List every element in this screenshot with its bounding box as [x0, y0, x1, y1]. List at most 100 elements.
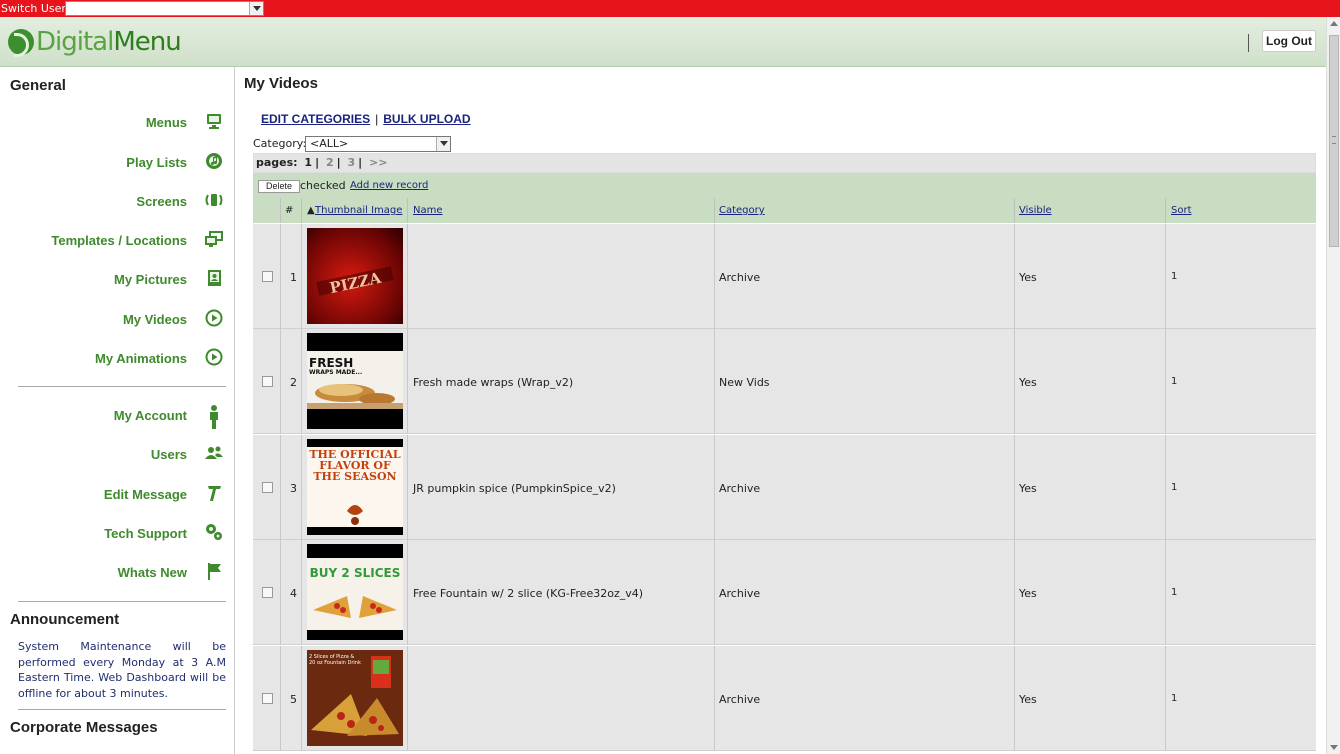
row-category: Archive: [719, 271, 761, 284]
table-row[interactable]: 2 FRESH WRAPS MADE... Fresh made wraps (W…: [253, 329, 1316, 434]
sidebar-item-screens[interactable]: Screens: [0, 190, 235, 214]
column-divider: [1014, 540, 1015, 645]
row-checkbox[interactable]: [262, 482, 273, 493]
sidebar-item-tech-support[interactable]: Tech Support: [0, 522, 235, 546]
column-divider: [1014, 224, 1015, 329]
column-header-name[interactable]: Name: [413, 205, 443, 216]
row-visible: Yes: [1019, 271, 1037, 284]
video-thumbnail[interactable]: 2 Slices of Pizza & 20 oz Fountain Drink: [307, 650, 403, 746]
table-row[interactable]: 3 THE OFFICIAL FLAVOR OF THE SEASON JR p…: [253, 435, 1316, 540]
table-action-bar: Delete checked Add new record: [253, 173, 1316, 198]
row-number: 4: [290, 587, 297, 600]
chevron-down-icon[interactable]: [436, 137, 450, 151]
page-separator: |: [336, 156, 341, 169]
column-divider: [1165, 224, 1166, 329]
column-divider: [301, 540, 302, 645]
sidebar-item-label: My Pictures: [114, 272, 187, 287]
table-row[interactable]: 5 2 Slices of Pizza & 20 oz Fountain Dri…: [253, 646, 1316, 751]
column-header-thumbnail[interactable]: Thumbnail Image: [315, 205, 402, 216]
column-divider: [1014, 198, 1015, 223]
column-divider: [714, 646, 715, 751]
sidebar-item-my-animations[interactable]: My Animations: [0, 347, 235, 371]
column-divider: [280, 329, 281, 434]
row-checkbox[interactable]: [262, 376, 273, 387]
row-checkbox[interactable]: [262, 693, 273, 704]
scroll-down-icon[interactable]: [1330, 745, 1338, 750]
page-separator: |: [358, 156, 363, 169]
play-circle-icon: [204, 347, 224, 369]
column-divider: [301, 646, 302, 751]
video-thumbnail[interactable]: PIZZA: [307, 228, 403, 324]
table-header: # ▲ Thumbnail Image Name Category Visibl…: [253, 198, 1316, 223]
row-number: 2: [290, 376, 297, 389]
bulk-upload-link[interactable]: BULK UPLOAD: [383, 112, 470, 126]
switch-user-bar: Switch User:: [0, 0, 1340, 17]
sidebar-item-templates-locations[interactable]: Templates / Locations: [0, 229, 235, 253]
scroll-up-icon[interactable]: [1330, 21, 1338, 26]
column-divider: [714, 329, 715, 434]
page-link-2[interactable]: 2: [326, 156, 334, 169]
row-name: JR pumpkin spice (PumpkinSpice_v2): [413, 482, 616, 495]
sidebar: General Menus Play Lists Screens Templat…: [0, 67, 235, 754]
row-visible: Yes: [1019, 482, 1037, 495]
column-divider: [714, 435, 715, 540]
switch-user-label: Switch User:: [1, 2, 70, 15]
row-checkbox[interactable]: [262, 271, 273, 282]
sidebar-item-users[interactable]: Users: [0, 443, 235, 467]
sidebar-item-whats-new[interactable]: Whats New: [0, 561, 235, 585]
column-divider: [1165, 329, 1166, 434]
thumbnail-text: WRAPS MADE...: [309, 369, 362, 376]
logout-button[interactable]: Log Out: [1262, 30, 1316, 52]
row-checkbox[interactable]: [262, 587, 273, 598]
table-row[interactable]: 4 BUY 2 SLICES Free Fountain w/ 2 slice …: [253, 540, 1316, 645]
page-separator: |: [315, 156, 320, 169]
row-name: Free Fountain w/ 2 slice (KG-Free32oz_v4…: [413, 587, 644, 600]
column-header-sort[interactable]: Sort: [1171, 205, 1192, 216]
next-pages-link[interactable]: >>: [369, 156, 387, 169]
column-divider: [407, 435, 408, 540]
column-divider: [1014, 435, 1015, 540]
switch-user-select[interactable]: [65, 1, 264, 16]
row-number: 3: [290, 482, 297, 495]
column-divider: [301, 224, 302, 329]
delete-checked-button[interactable]: Delete: [258, 180, 300, 193]
video-thumbnail[interactable]: BUY 2 SLICES: [307, 544, 403, 640]
link-separator: |: [375, 112, 379, 126]
flag-icon: [204, 561, 224, 583]
text-tool-icon: [204, 483, 224, 505]
sidebar-item-menus[interactable]: Menus: [0, 111, 235, 135]
column-divider: [280, 198, 281, 223]
sidebar-item-play-lists[interactable]: Play Lists: [0, 151, 235, 175]
scrollbar-thumb[interactable]: [1329, 35, 1339, 247]
video-thumbnail[interactable]: FRESH WRAPS MADE...: [307, 333, 403, 429]
logo-text-menu: Menu: [113, 27, 181, 57]
edit-categories-link[interactable]: EDIT CATEGORIES: [261, 112, 370, 126]
thumbnail-text: THE OFFICIAL FLAVOR OF THE SEASON: [309, 449, 401, 483]
chevron-down-icon[interactable]: [249, 2, 263, 15]
video-thumbnail[interactable]: THE OFFICIAL FLAVOR OF THE SEASON: [307, 439, 403, 535]
column-header-visible[interactable]: Visible: [1019, 205, 1052, 216]
row-number: 1: [290, 271, 297, 284]
digitalmenu-logo[interactable]: Digital Menu: [8, 27, 182, 57]
table-row[interactable]: 1 PIZZA Archive Yes 1: [253, 224, 1316, 329]
sidebar-divider: [18, 386, 226, 387]
category-select-value: <ALL>: [310, 137, 349, 150]
page-link-3[interactable]: 3: [347, 156, 355, 169]
sidebar-item-label: Play Lists: [126, 155, 187, 170]
vertical-scrollbar[interactable]: [1326, 17, 1340, 754]
column-header-category[interactable]: Category: [719, 205, 765, 216]
row-name: Fresh made wraps (Wrap_v2): [413, 376, 574, 389]
add-new-record-link[interactable]: Add new record: [350, 173, 428, 198]
sidebar-item-label: Users: [150, 447, 187, 462]
sidebar-item-edit-message[interactable]: Edit Message: [0, 483, 235, 507]
sidebar-item-my-videos[interactable]: My Videos: [0, 308, 235, 332]
category-select[interactable]: <ALL>: [305, 136, 451, 152]
column-divider: [1165, 435, 1166, 540]
sidebar-item-my-pictures[interactable]: My Pictures: [0, 268, 235, 292]
page-link-1[interactable]: 1: [304, 156, 312, 169]
column-divider: [407, 329, 408, 434]
row-category: Archive: [719, 587, 761, 600]
pagination-bar: pages: 1 | 2 | 3 | >>: [253, 153, 1316, 173]
sidebar-item-my-account[interactable]: My Account: [0, 404, 235, 429]
column-divider: [301, 329, 302, 434]
